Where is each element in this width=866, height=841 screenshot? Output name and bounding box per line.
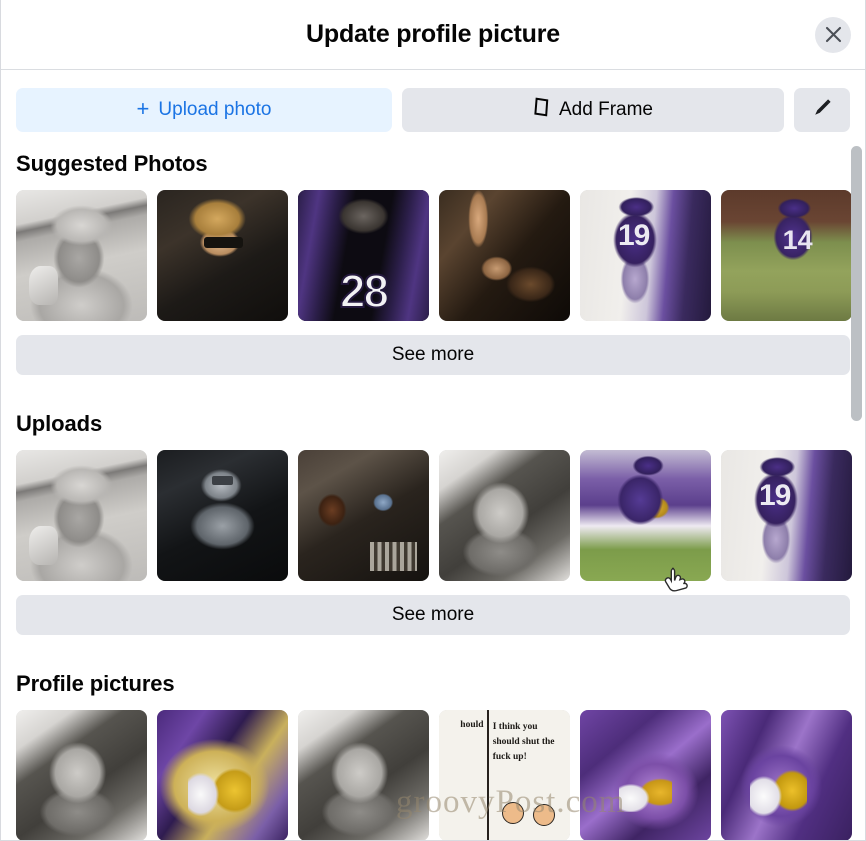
thumbnail-grid: hould I think you should shut the fuck u… (16, 710, 852, 840)
comic-panel-divider (487, 710, 490, 840)
photo-vikings-horn-purple-2[interactable] (721, 710, 852, 840)
upload-photo-label: Upload photo (158, 99, 272, 120)
photo-sections-scroll-area[interactable]: Suggested Photos See more Uploads (1, 132, 865, 840)
photo-image (721, 190, 852, 321)
photo-vikings-player-kneeling[interactable] (580, 450, 711, 581)
comic-left-text: hould (460, 720, 484, 731)
section-uploads: Uploads See more (16, 375, 852, 635)
add-frame-button[interactable]: Add Frame (402, 88, 784, 132)
comic-head-right (533, 804, 556, 827)
section-title: Suggested Photos (16, 151, 208, 176)
edit-button[interactable] (794, 88, 850, 132)
photo-drummer-arm-raised[interactable] (439, 190, 570, 321)
photo-vikings-horn-purple[interactable] (580, 710, 711, 840)
section-suggested-photos: Suggested Photos See more (16, 132, 852, 375)
photo-image (157, 710, 288, 840)
photo-image (721, 710, 852, 840)
photo-bearded-man-hoodie[interactable] (439, 450, 570, 581)
see-more-button-suggested[interactable]: See more (16, 335, 850, 375)
photo-blond-singer-sunglasses[interactable] (157, 190, 288, 321)
thumbnail-grid (16, 190, 852, 321)
photo-mandalorian[interactable] (157, 450, 288, 581)
photo-image (580, 450, 711, 581)
photo-image (157, 190, 288, 321)
photo-beanie-man-grayscale[interactable] (16, 450, 147, 581)
photo-image (157, 450, 288, 581)
action-toolbar: + Upload photo Add Frame (1, 70, 865, 132)
see-more-button-uploads[interactable]: See more (16, 595, 850, 635)
photo-image: hould I think you should shut the fuck u… (439, 710, 570, 840)
photo-chess-players-mask[interactable] (298, 450, 429, 581)
photo-vikings-player-14-running[interactable] (721, 190, 852, 321)
upload-photo-button[interactable]: + Upload photo (16, 88, 392, 132)
pencil-icon (812, 97, 833, 124)
photo-image (298, 190, 429, 321)
photo-image (16, 450, 147, 581)
close-icon (825, 26, 842, 43)
plus-icon: + (136, 96, 150, 121)
comic-right-text: I think you should shut the fuck up! (492, 722, 555, 762)
photo-image (298, 710, 429, 840)
photo-image (16, 710, 147, 840)
photo-bearded-man-glasses-2[interactable] (298, 710, 429, 840)
photo-image (580, 190, 711, 321)
thumbnail-grid (16, 450, 852, 581)
photo-vikings-thielen-19[interactable] (580, 190, 711, 321)
scrollbar-track[interactable] (851, 76, 862, 836)
photo-vikings-thielen-19[interactable] (721, 450, 852, 581)
add-frame-label: Add Frame (559, 99, 653, 120)
photo-comic-strip[interactable]: hould I think you should shut the fuck u… (439, 710, 570, 840)
photo-beanie-man-grayscale[interactable] (16, 190, 147, 321)
section-title: Uploads (16, 411, 103, 436)
photo-vikings-player-28[interactable] (298, 190, 429, 321)
photo-image (439, 190, 570, 321)
dialog-header: Update profile picture (1, 0, 865, 70)
photo-image (580, 710, 711, 840)
update-profile-picture-dialog: Update profile picture + Upload photo Ad… (0, 0, 866, 841)
photo-vikings-horn-logo-gold[interactable] (157, 710, 288, 840)
frame-icon (533, 97, 550, 123)
photo-image (721, 450, 852, 581)
section-title: Profile pictures (16, 671, 175, 696)
photo-image (439, 450, 570, 581)
page-title: Update profile picture (306, 20, 560, 48)
photo-image (16, 190, 147, 321)
section-profile-pictures: Profile pictures hould I think you shoul… (16, 635, 852, 840)
comic-head-left (501, 801, 524, 824)
photo-bearded-man-glasses[interactable] (16, 710, 147, 840)
photo-image (298, 450, 429, 581)
close-button[interactable] (815, 16, 851, 53)
scrollbar-thumb[interactable] (851, 146, 862, 421)
